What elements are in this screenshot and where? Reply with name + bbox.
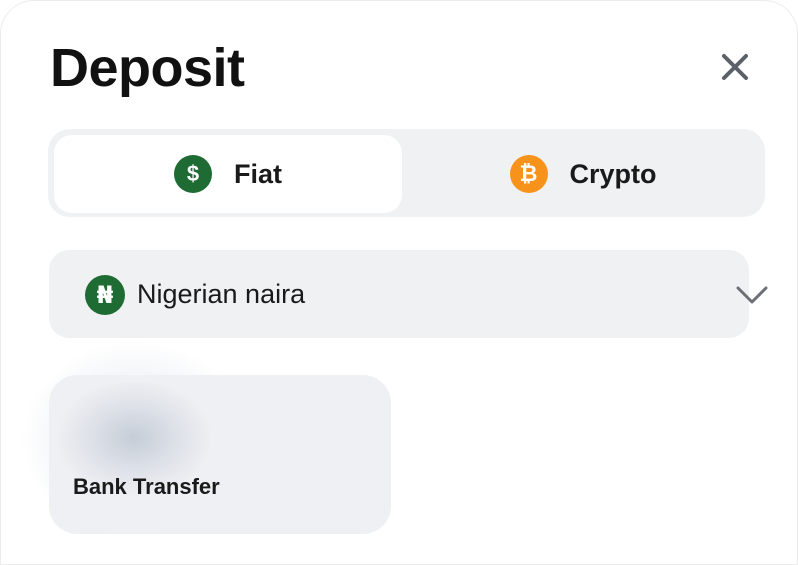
dollar-icon: $: [173, 155, 212, 193]
close-icon: [722, 54, 748, 80]
page-title: Deposit: [50, 38, 245, 98]
currency-select[interactable]: ₦ Nigerian naira: [49, 250, 768, 338]
tab-crypto[interactable]: ₿ Crypto: [408, 135, 758, 213]
currency-select-value: Nigerian naira: [137, 279, 306, 309]
tab-crypto-label: Crypto: [569, 158, 657, 189]
deposit-type-tabs: $ Fiat ₿ Crypto: [48, 129, 765, 217]
close-button[interactable]: [714, 46, 756, 88]
chevron-down-icon: [736, 286, 768, 304]
payment-method-bank-transfer[interactable]: Bank Transfer: [49, 375, 391, 534]
tab-fiat-label: Fiat: [233, 158, 282, 189]
payment-method-label: Bank Transfer: [73, 474, 220, 499]
bitcoin-icon: ₿: [509, 155, 548, 193]
tab-fiat[interactable]: $ Fiat: [54, 135, 402, 213]
naira-icon: ₦: [85, 275, 125, 315]
deposit-modal: Deposit $ Fiat ₿ Crypto ₦ Nigerian naira…: [0, 0, 798, 565]
